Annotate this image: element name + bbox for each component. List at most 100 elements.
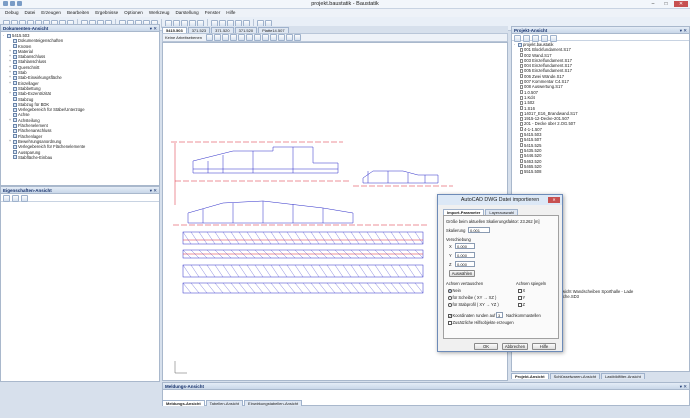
- truss-member: [302, 264, 312, 278]
- mirror-x-checkbox[interactable]: X: [518, 288, 525, 293]
- truss-member: [382, 264, 392, 278]
- truss-member: [398, 231, 408, 245]
- project-root-expander[interactable]: -: [514, 42, 517, 47]
- tree-node-icon: [13, 54, 17, 59]
- message-view-pin-icon[interactable]: ▾ ✕: [680, 383, 687, 390]
- menu-fenster[interactable]: Fenster: [205, 9, 221, 17]
- new-folder-icon[interactable]: [514, 35, 521, 42]
- ok-button[interactable]: OK: [474, 343, 498, 350]
- menu-bearbeiten[interactable]: Bearbeiten: [67, 9, 89, 17]
- tab-action-tables[interactable]: Einwirkungstabellen-Ansicht: [244, 400, 303, 406]
- snap-icon[interactable]: [253, 34, 261, 41]
- tree-node-icon: [13, 139, 17, 144]
- mirror-y-checkbox[interactable]: Y: [518, 295, 525, 300]
- menu-debug[interactable]: Debug: [5, 9, 19, 17]
- tab-tables[interactable]: Tabellen-Ansicht: [205, 400, 244, 406]
- zoom-icon[interactable]: [221, 34, 229, 41]
- undo-icon[interactable]: [10, 1, 15, 6]
- truss-member: [230, 282, 240, 294]
- collapse-icon[interactable]: [541, 35, 548, 42]
- truss-member: [182, 282, 192, 294]
- document-icon: [520, 47, 523, 52]
- settings-icon[interactable]: [550, 35, 557, 42]
- tree-node-icon: [13, 107, 17, 112]
- save-icon[interactable]: [3, 1, 8, 6]
- round-coordinates-checkbox[interactable]: ✓Koordinaten runden auf: [448, 313, 495, 318]
- menu-hilfe[interactable]: Hilfe: [226, 9, 235, 17]
- filter-icon[interactable]: [532, 35, 539, 42]
- project-view-pin-icon[interactable]: ▾ ✕: [680, 27, 687, 34]
- truss-members: [182, 231, 424, 294]
- tree-expander-icon[interactable]: +: [9, 81, 12, 86]
- cancel-button[interactable]: Abbrechen: [502, 343, 528, 350]
- truss-member: [366, 231, 376, 245]
- z-shift-input[interactable]: 0.000: [455, 261, 475, 267]
- round-digits-input[interactable]: 3: [496, 312, 503, 318]
- sort-categorized-icon[interactable]: [3, 195, 10, 202]
- truss-member: [318, 231, 328, 245]
- truss-member: [342, 282, 352, 294]
- tree-node-icon: [13, 44, 17, 49]
- sort-alpha-icon[interactable]: [12, 195, 19, 202]
- scale-input[interactable]: 0.001: [468, 227, 490, 233]
- swap-option-profile[interactable]: für Stabprofil ( XY → YZ ): [448, 302, 499, 307]
- properties-icon[interactable]: [293, 34, 301, 41]
- tree-node-icon: [13, 86, 17, 91]
- property-pages-icon[interactable]: [21, 195, 28, 202]
- menu-werkzeug[interactable]: Werkzeug: [149, 9, 170, 17]
- truss-member: [358, 231, 368, 245]
- document-view-pin-icon[interactable]: ▾ ✕: [150, 25, 157, 32]
- truss-member: [334, 282, 344, 294]
- tab-key-view[interactable]: Schlüsselwaren-Ansicht: [549, 373, 601, 379]
- truss-member: [342, 264, 352, 278]
- ortho-icon[interactable]: [261, 34, 269, 41]
- pan-icon[interactable]: [213, 34, 221, 41]
- tab-messages[interactable]: Meldungs-Ansicht: [162, 400, 205, 406]
- extra-objects-checkbox[interactable]: Zusätzliche Hilfsobjekte erzeugen: [448, 320, 514, 325]
- tree-expander-icon[interactable]: +: [9, 118, 12, 123]
- menu-datei[interactable]: Datei: [25, 9, 36, 17]
- truss-member: [206, 231, 216, 245]
- fit-icon[interactable]: [237, 34, 245, 41]
- tab-load-filter-view[interactable]: Lastbildfilter-Ansicht: [601, 373, 645, 379]
- menu-optionen[interactable]: Optionen: [124, 9, 143, 17]
- tree-expander-icon[interactable]: +: [9, 139, 12, 144]
- help-button[interactable]: Hilfe: [532, 343, 556, 350]
- redo-icon[interactable]: [17, 1, 22, 6]
- truss-member: [414, 231, 424, 245]
- truss-member: [198, 264, 208, 278]
- document-tabs: 5415.503 371.523 371.520 371.520 Platte1…: [162, 26, 508, 33]
- properties-view-title: Eigenschaften-Ansicht: [3, 188, 52, 193]
- minimize-button[interactable]: –: [648, 1, 658, 7]
- close-button[interactable]: ✕: [674, 1, 688, 7]
- layer-icon[interactable]: [269, 34, 277, 41]
- plot-icon[interactable]: [277, 34, 285, 41]
- truss-member: [358, 264, 368, 278]
- tree-expander-icon[interactable]: +: [9, 91, 12, 96]
- mirror-z-checkbox[interactable]: Z: [518, 302, 525, 307]
- y-shift-input[interactable]: 0.000: [455, 252, 475, 258]
- tab-project-view[interactable]: Projekt-Ansicht: [511, 373, 549, 379]
- menu-erzeugen[interactable]: Erzeugen: [41, 9, 61, 17]
- maximize-button[interactable]: □: [661, 1, 671, 7]
- dialog-close-button[interactable]: ✕: [548, 197, 560, 203]
- menu-ergebnisse[interactable]: Ergebnisse: [95, 9, 118, 17]
- project-toolbar: [512, 34, 689, 42]
- refresh-icon[interactable]: [285, 34, 293, 41]
- pointer-icon[interactable]: [205, 34, 213, 41]
- refresh-icon[interactable]: [523, 35, 530, 42]
- x-shift-input[interactable]: 0.000: [455, 243, 475, 249]
- measure-icon[interactable]: [245, 34, 253, 41]
- swap-option-none[interactable]: Nein: [448, 288, 461, 293]
- select-button[interactable]: Auswählen: [449, 270, 475, 277]
- swap-option-slab[interactable]: für Scheibe ( XY → XZ ): [448, 295, 496, 300]
- tree-expander-icon[interactable]: -: [3, 33, 6, 38]
- menu-darstellung[interactable]: Darstellung: [175, 9, 198, 17]
- document-icon: [520, 127, 523, 132]
- document-tree-item[interactable]: Stabfläche-Einbau: [3, 155, 157, 160]
- properties-view-pin-icon[interactable]: ▾ ✕: [150, 187, 157, 194]
- zoom-window-icon[interactable]: [229, 34, 237, 41]
- document-icon: [520, 132, 523, 137]
- project-file-item[interactable]: 5515.508: [520, 169, 687, 174]
- round-unit-label: Nachkommastellen: [506, 313, 541, 318]
